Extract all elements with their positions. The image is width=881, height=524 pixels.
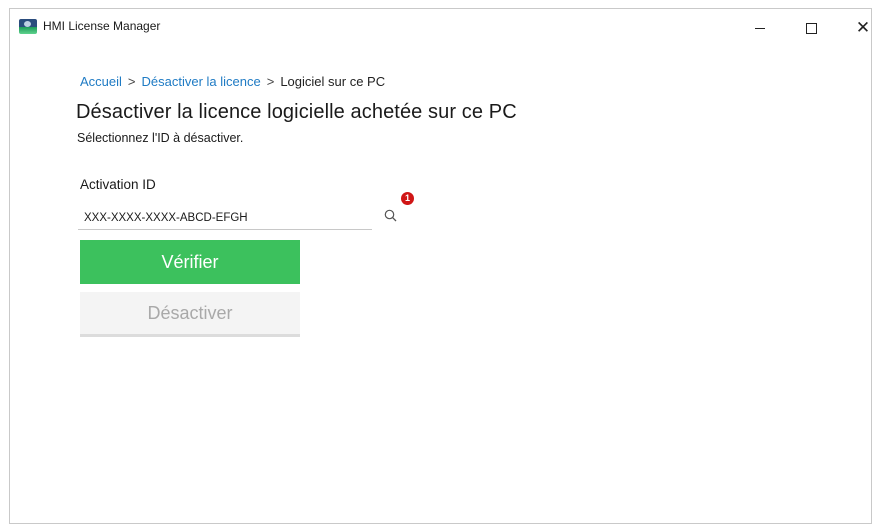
activation-id-input[interactable]: [78, 206, 372, 230]
close-button[interactable]: ✕: [840, 9, 881, 47]
search-icon[interactable]: [384, 209, 397, 222]
deactivate-button[interactable]: Désactiver: [80, 292, 300, 337]
breadcrumb-separator: >: [127, 74, 136, 89]
app-logo-icon: [19, 19, 37, 34]
close-icon: ✕: [855, 18, 871, 38]
breadcrumb-separator: >: [266, 74, 275, 89]
minimize-button[interactable]: [737, 9, 783, 47]
minimize-icon: [755, 27, 765, 29]
page-title: Désactiver la licence logicielle achetée…: [76, 101, 517, 123]
page-subtitle: Sélectionnez l'ID à désactiver.: [77, 131, 244, 145]
app-window: HMI License Manager ✕ Accueil > Désactiver…: [9, 8, 872, 524]
activation-id-label: Activation ID: [80, 177, 156, 192]
maximize-button[interactable]: [788, 9, 834, 47]
verify-button[interactable]: Vérifier: [80, 240, 300, 284]
title-bar: HMI License Manager ✕: [10, 9, 871, 47]
breadcrumb: Accueil > Désactiver la licence > Logiciel s…: [80, 74, 385, 89]
notification-badge: 1: [401, 192, 414, 205]
breadcrumb-home-link[interactable]: Accueil: [80, 74, 122, 89]
breadcrumb-current: Logiciel sur ce PC: [280, 74, 386, 89]
window-title: HMI License Manager: [43, 19, 161, 33]
breadcrumb-deactivate-link[interactable]: Désactiver la licence: [142, 74, 261, 89]
maximize-icon: [805, 22, 817, 34]
